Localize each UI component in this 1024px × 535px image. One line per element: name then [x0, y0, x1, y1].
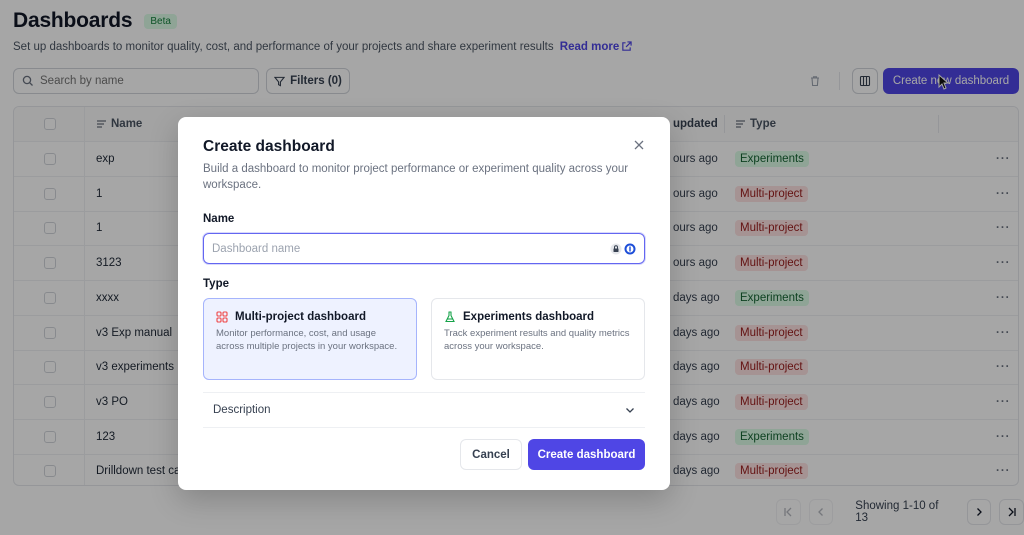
- option-title: Experiments dashboard: [463, 311, 595, 323]
- create-dashboard-modal: Create dashboard Build a dashboard to mo…: [178, 117, 670, 490]
- modal-title: Create dashboard: [203, 138, 335, 155]
- flask-icon: [445, 311, 455, 323]
- password-manager-icons[interactable]: [610, 243, 636, 255]
- name-field[interactable]: [203, 233, 645, 264]
- create-dashboard-button[interactable]: Create dashboard: [528, 439, 645, 470]
- cancel-button[interactable]: Cancel: [460, 439, 522, 470]
- experiments-type-option[interactable]: Experiments dashboard Track experiment r…: [431, 298, 645, 380]
- multi-project-type-option[interactable]: Multi-project dashboard Monitor performa…: [203, 298, 417, 380]
- grid-icon: [216, 311, 228, 323]
- dashboard-name-input[interactable]: [212, 242, 610, 255]
- option-description: Monitor performance, cost, and usage acr…: [216, 328, 398, 352]
- type-label: Type: [203, 278, 229, 290]
- name-label: Name: [203, 213, 235, 225]
- chevron-down-icon: [626, 408, 634, 413]
- close-icon: [634, 140, 644, 150]
- option-header: Multi-project dashboard: [216, 311, 404, 323]
- lock-icon: [610, 243, 622, 254]
- close-button[interactable]: [631, 137, 647, 153]
- description-section-label: Description: [213, 404, 271, 416]
- description-section-toggle[interactable]: Description: [203, 392, 645, 428]
- option-header: Experiments dashboard: [444, 311, 632, 323]
- option-title: Multi-project dashboard: [235, 311, 366, 323]
- option-description: Track experiment results and quality met…: [444, 328, 630, 352]
- password-key-icon: [624, 243, 636, 254]
- modal-description: Build a dashboard to monitor project per…: [203, 163, 629, 191]
